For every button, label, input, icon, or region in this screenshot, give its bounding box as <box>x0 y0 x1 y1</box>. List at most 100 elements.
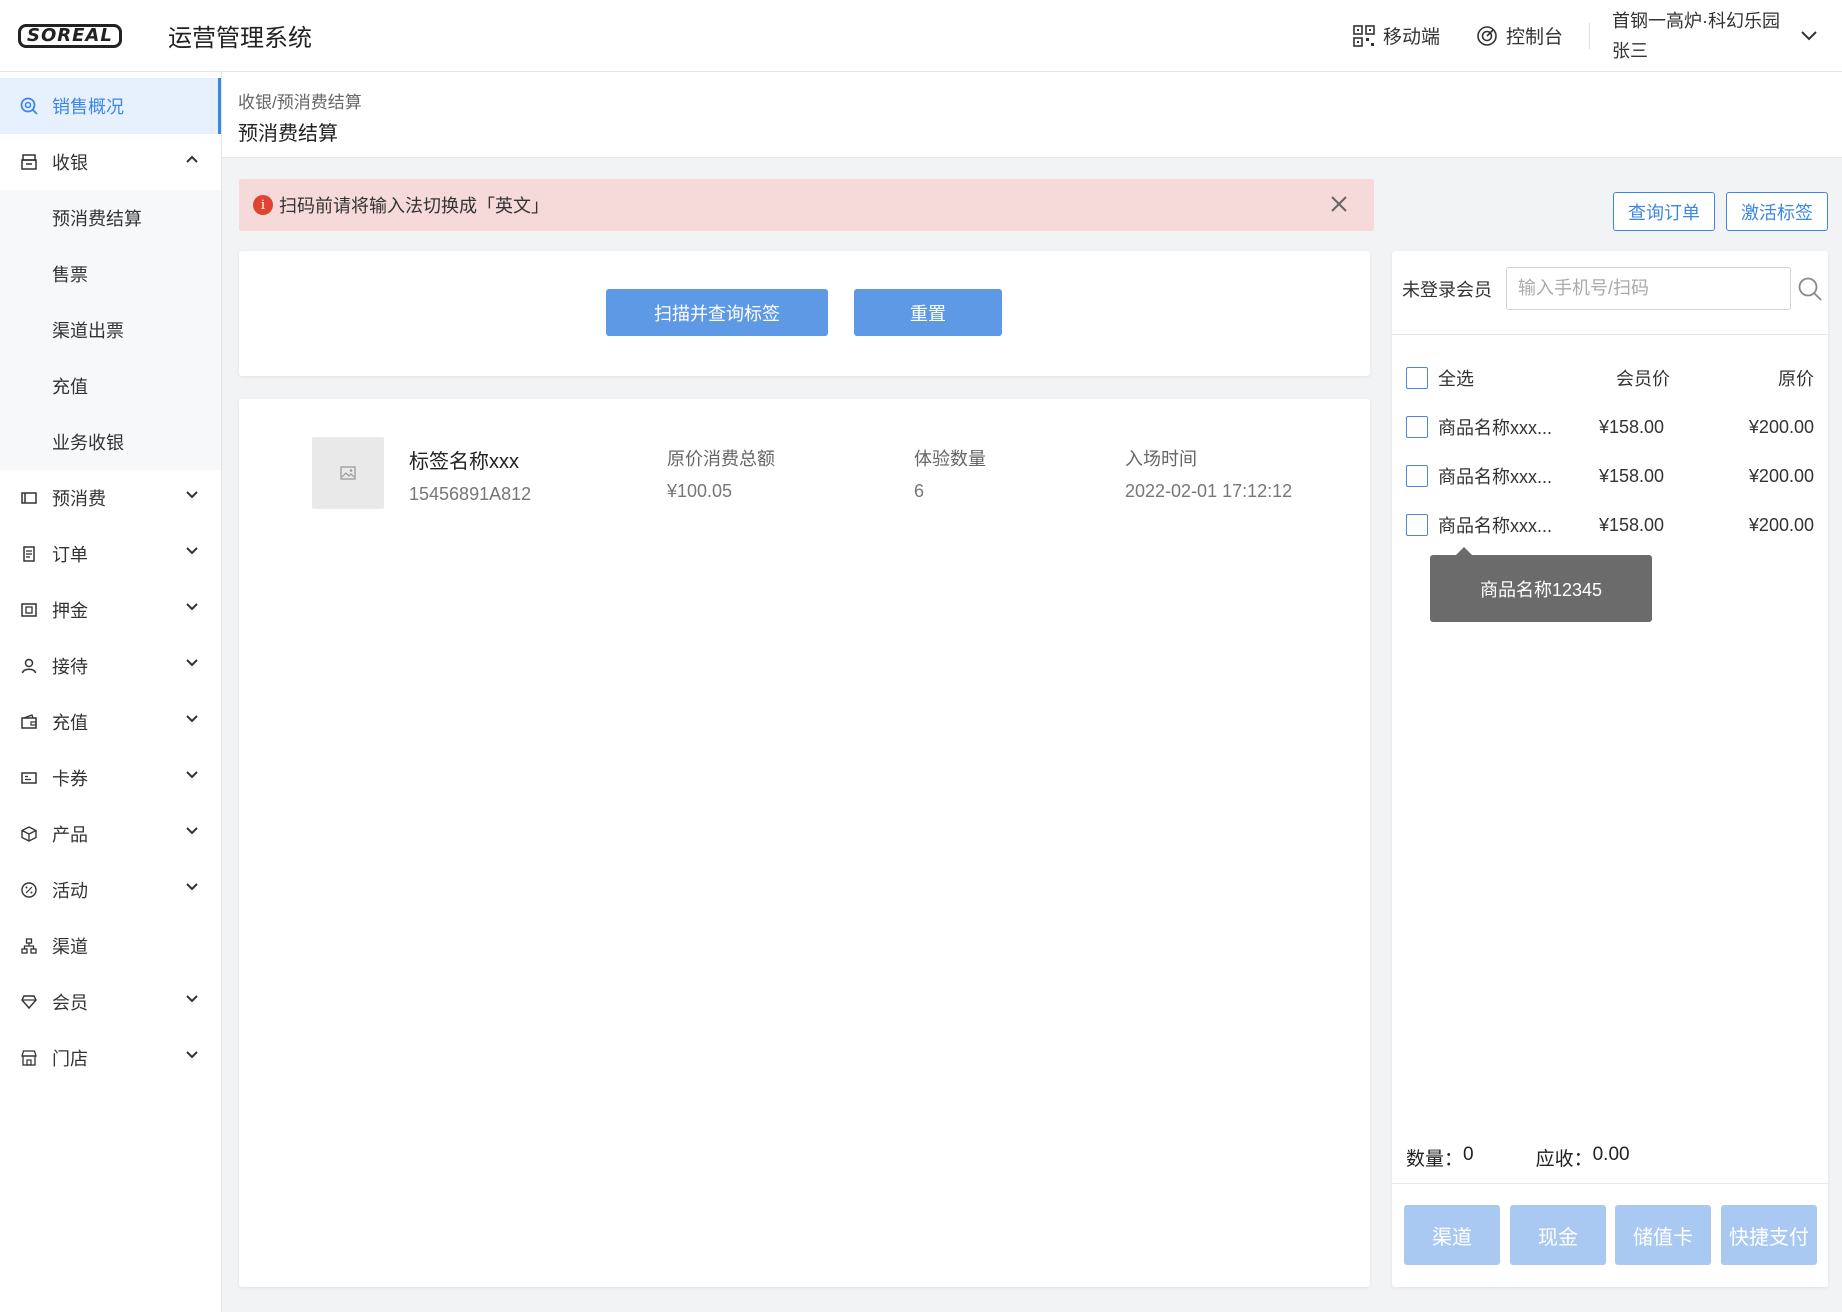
breadcrumb[interactable]: 收银/预消费结算 <box>238 88 1842 113</box>
sidebar-item-label: 产品 <box>52 825 88 845</box>
scan-panel: 扫描并查询标签 重置 <box>239 251 1370 376</box>
channel-pay-button[interactable]: 渠道 <box>1404 1205 1500 1265</box>
sidebar-item-label: 押金 <box>52 601 88 621</box>
sidebar-item-label: 销售概况 <box>52 97 124 117</box>
quick-pay-button[interactable]: 快捷支付 <box>1721 1205 1817 1265</box>
wallet-icon <box>20 489 38 507</box>
product-name[interactable]: 商品名称xxx... <box>1438 512 1588 538</box>
amount-label: 原价消费总额 <box>667 449 775 469</box>
chevron-up-icon <box>186 155 198 163</box>
count-value: 6 <box>914 481 925 501</box>
count-label: 体验数量 <box>914 449 986 469</box>
chevron-down-icon <box>186 659 198 667</box>
percent-icon <box>20 881 38 899</box>
sidebar-item-cashier[interactable]: 收银 <box>0 134 221 190</box>
query-order-button[interactable]: 查询订单 <box>1613 192 1715 231</box>
sidebar-subitem-recharge[interactable]: 充值 <box>0 358 221 414</box>
sidebar-subitem-business-cashier[interactable]: 业务收银 <box>0 414 221 470</box>
sidebar-item-activity[interactable]: 活动 <box>0 862 221 918</box>
sidebar-item-sales-overview[interactable]: 销售概况 <box>0 78 221 134</box>
tag-name-col[interactable]: 标签名称xxx 15456891A812 <box>409 445 531 505</box>
sidebar-subitem-ticket[interactable]: 售票 <box>0 246 221 302</box>
sidebar-item-coupon[interactable]: 卡券 <box>0 750 221 806</box>
phone-search-input[interactable] <box>1506 267 1791 310</box>
row-checkbox[interactable] <box>1406 416 1428 438</box>
activate-tag-button[interactable]: 激活标签 <box>1726 192 1828 231</box>
stored-card-pay-button[interactable]: 储值卡 <box>1615 1205 1711 1265</box>
purse-icon <box>20 713 38 731</box>
sidebar-item-recharge[interactable]: 充值 <box>0 694 221 750</box>
product-name-tooltip: 商品名称12345 <box>1430 547 1652 622</box>
org-name: 首钢一高炉·科幻乐园 <box>1612 10 1780 31</box>
cashier-icon <box>20 153 38 171</box>
quantity-label: 数量： <box>1406 1149 1464 1170</box>
receivable-value: 0.00 <box>1592 1144 1630 1165</box>
search-icon[interactable] <box>1797 276 1823 302</box>
search-circle-icon <box>20 97 38 115</box>
tag-name: 标签名称xxx <box>409 451 519 473</box>
coupon-icon <box>20 769 38 787</box>
chevron-down-icon <box>186 547 198 555</box>
box-icon <box>20 825 38 843</box>
logo-text: SOREAL <box>18 23 122 48</box>
product-name[interactable]: 商品名称xxx... <box>1438 463 1588 489</box>
amount-col: 原价消费总额 ¥100.05 <box>667 445 775 502</box>
channel-icon <box>20 937 38 955</box>
user-name: 张三 <box>1612 40 1648 61</box>
select-all-checkbox[interactable] <box>1406 367 1428 389</box>
sidebar-item-label: 收银 <box>52 153 88 173</box>
member-price: ¥158.00 <box>1599 465 1665 486</box>
table-row: 商品名称xxx... ¥158.00 ¥200.00 <box>1406 510 1816 540</box>
sidebar-item-deposit[interactable]: 押金 <box>0 582 221 638</box>
tag-thumbnail <box>312 437 384 509</box>
close-icon[interactable] <box>1330 195 1348 213</box>
receivable-label: 应收： <box>1535 1149 1593 1170</box>
sidebar-subitem-channel-ticket[interactable]: 渠道出票 <box>0 302 221 358</box>
sidebar-item-channel[interactable]: 渠道 <box>0 918 221 974</box>
chevron-down-icon <box>186 995 198 1003</box>
table-row: 商品名称xxx... ¥158.00 ¥200.00 <box>1406 412 1816 442</box>
sidebar-item-preconsume[interactable]: 预消费 <box>0 470 221 526</box>
console-link[interactable]: 控制台 <box>1476 22 1563 49</box>
scan-query-button[interactable]: 扫描并查询标签 <box>606 289 828 336</box>
sidebar-item-label: 充值 <box>52 713 88 733</box>
sidebar-item-reception[interactable]: 接待 <box>0 638 221 694</box>
mobile-link[interactable]: 移动端 <box>1353 22 1440 49</box>
chevron-down-icon[interactable] <box>1800 30 1818 42</box>
diamond-icon <box>20 993 38 1011</box>
sidebar-subitem-preconsume-settle[interactable]: 预消费结算 <box>0 190 221 246</box>
dashboard-icon <box>1477 25 1497 46</box>
cash-pay-button[interactable]: 现金 <box>1510 1205 1606 1265</box>
original-price-header: 原价 <box>1778 369 1814 389</box>
sidebar-item-label: 渠道 <box>52 937 88 957</box>
qrcode-icon <box>1353 24 1375 47</box>
sidebar-item-label: 会员 <box>52 993 88 1013</box>
count-col: 体验数量 6 <box>914 445 986 502</box>
sidebar-item-orders[interactable]: 订单 <box>0 526 221 582</box>
sidebar: 销售概况 收银 预消费结算 售票 渠道出票 充值 业务收银 预消费 订单 押金 … <box>0 72 222 1312</box>
chevron-down-icon <box>186 491 198 499</box>
sidebar-item-store[interactable]: 门店 <box>0 1030 221 1086</box>
sidebar-item-label: 订单 <box>52 545 88 565</box>
divider <box>1392 334 1828 335</box>
mobile-label: 移动端 <box>1382 27 1440 48</box>
time-label: 入场时间 <box>1125 449 1197 469</box>
divider <box>1392 1183 1828 1184</box>
page-title: 预消费结算 <box>238 123 338 145</box>
select-all-label: 全选 <box>1438 369 1474 389</box>
tag-code: 15456891A812 <box>409 484 532 504</box>
sidebar-item-label: 活动 <box>52 881 88 901</box>
table-header: 全选 会员价 原价 <box>1406 363 1816 393</box>
chevron-down-icon <box>186 827 198 835</box>
alert-text: 扫码前请将输入法切换成「英文」 <box>279 196 549 216</box>
sidebar-item-member[interactable]: 会员 <box>0 974 221 1030</box>
product-name[interactable]: 商品名称xxx... <box>1438 414 1588 440</box>
deposit-icon <box>20 601 38 619</box>
logo[interactable]: SOREAL <box>18 23 146 49</box>
reset-button[interactable]: 重置 <box>854 289 1002 336</box>
sidebar-item-product[interactable]: 产品 <box>0 806 221 862</box>
row-checkbox[interactable] <box>1406 514 1428 536</box>
org-switcher[interactable]: 首钢一高炉·科幻乐园 张三 <box>1612 6 1780 66</box>
user-icon <box>20 657 38 675</box>
row-checkbox[interactable] <box>1406 465 1428 487</box>
